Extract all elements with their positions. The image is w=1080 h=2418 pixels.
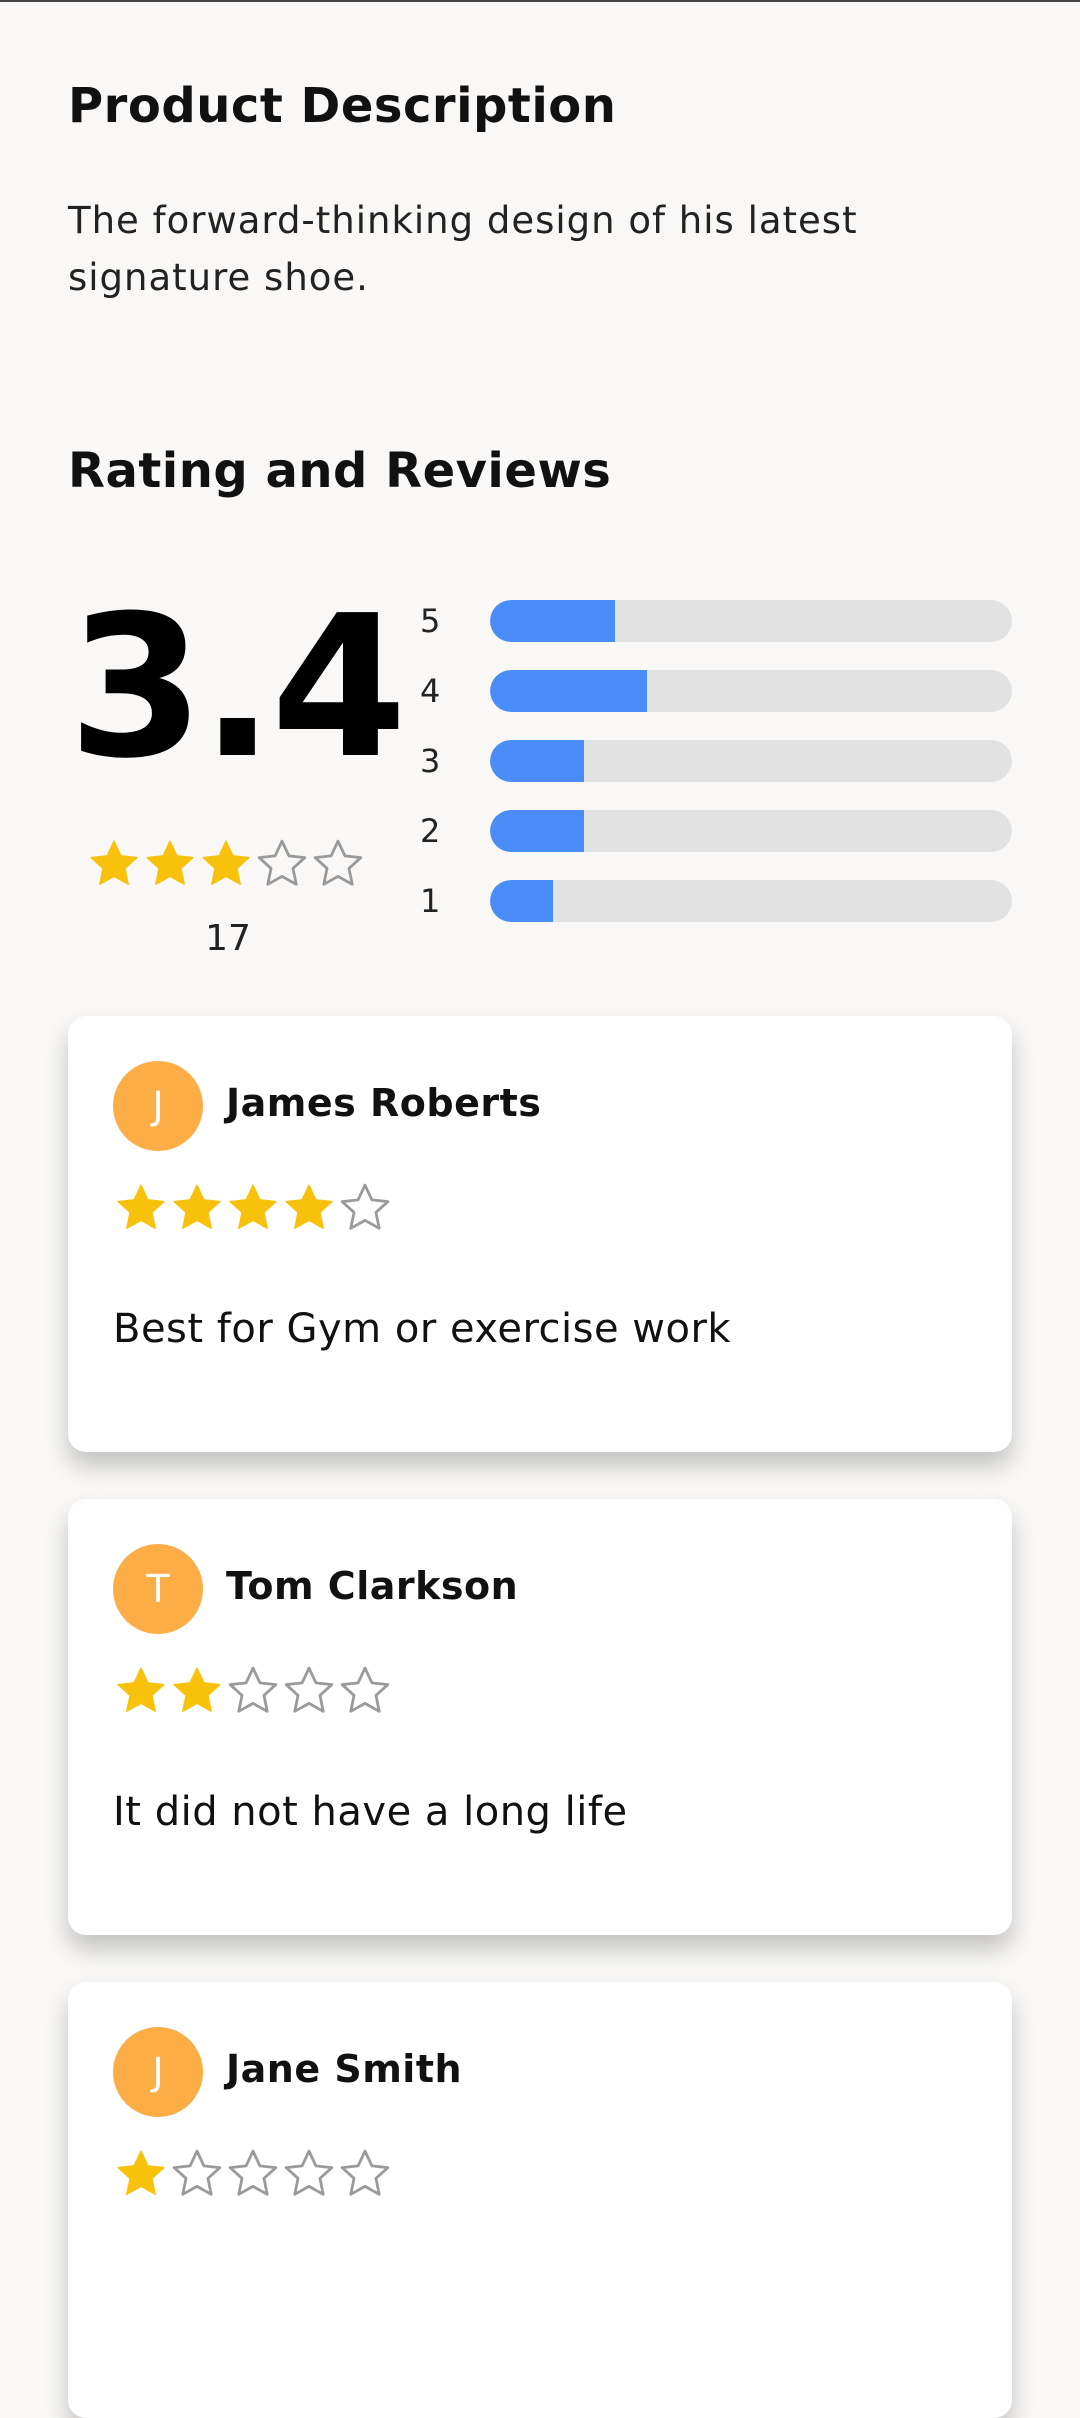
average-rating: 3.4 [68,574,407,802]
rating-bar-track [490,810,1012,852]
star-filled-icon [142,836,198,892]
reviewer-name: Tom Clarkson [226,1564,519,1608]
rating-bar-label: 4 [420,672,441,710]
star-outline-icon [281,2146,337,2202]
rating-bar-row: 4 [420,670,1012,712]
star-outline-icon [169,2146,225,2202]
rating-bar-label: 1 [420,882,441,920]
rating-bar-row: 1 [420,880,1012,922]
review-card: J Jane Smith [68,1982,1012,2418]
star-filled-icon [198,836,254,892]
review-text: It did not have a long life [113,1789,628,1835]
review-stars [113,1663,393,1719]
review-text: Best for Gym or exercise work [113,1306,732,1352]
star-filled-icon [169,1180,225,1236]
review-stars [113,2146,393,2202]
rating-bar-track [490,880,1012,922]
rating-bar-label: 2 [420,812,441,850]
rating-reviews-title: Rating and Reviews [68,443,612,499]
rating-bar-fill [490,670,647,712]
review-stars [113,1180,393,1236]
rating-bar-fill [490,880,553,922]
star-filled-icon [113,2146,169,2202]
star-outline-icon [337,2146,393,2202]
star-outline-icon [281,1663,337,1719]
star-outline-icon [254,836,310,892]
star-outline-icon [337,1663,393,1719]
star-filled-icon [169,1663,225,1719]
average-rating-stars [86,836,366,892]
avatar: T [113,1544,203,1634]
star-outline-icon [337,1180,393,1236]
reviewer-name: Jane Smith [226,2047,463,2091]
rating-distribution: 5 4 3 2 1 [420,600,1012,950]
rating-bar-row: 5 [420,600,1012,642]
reviewer-name: James Roberts [226,1081,542,1125]
rating-bar-track [490,670,1012,712]
rating-bar-track [490,600,1012,642]
star-outline-icon [310,836,366,892]
rating-bar-label: 3 [420,742,441,780]
review-card: T Tom Clarkson It did not have a long li… [68,1499,1012,1935]
star-filled-icon [86,836,142,892]
rating-bar-fill [490,740,584,782]
rating-bar-row: 2 [420,810,1012,852]
star-filled-icon [113,1180,169,1236]
rating-bar-row: 3 [420,740,1012,782]
review-count: 17 [205,918,251,959]
rating-bar-fill [490,600,616,642]
star-filled-icon [281,1180,337,1236]
rating-bar-fill [490,810,584,852]
star-outline-icon [225,2146,281,2202]
rating-bar-label: 5 [420,602,441,640]
product-description-text: The forward-thinking design of his lates… [68,199,858,299]
avatar: J [113,2027,203,2117]
rating-bar-track [490,740,1012,782]
product-description-title: Product Description [68,78,617,134]
avatar: J [113,1061,203,1151]
star-filled-icon [225,1180,281,1236]
review-card: J James Roberts Best for Gym or exercise… [68,1016,1012,1452]
star-filled-icon [113,1663,169,1719]
top-border [0,0,1080,2]
star-outline-icon [225,1663,281,1719]
